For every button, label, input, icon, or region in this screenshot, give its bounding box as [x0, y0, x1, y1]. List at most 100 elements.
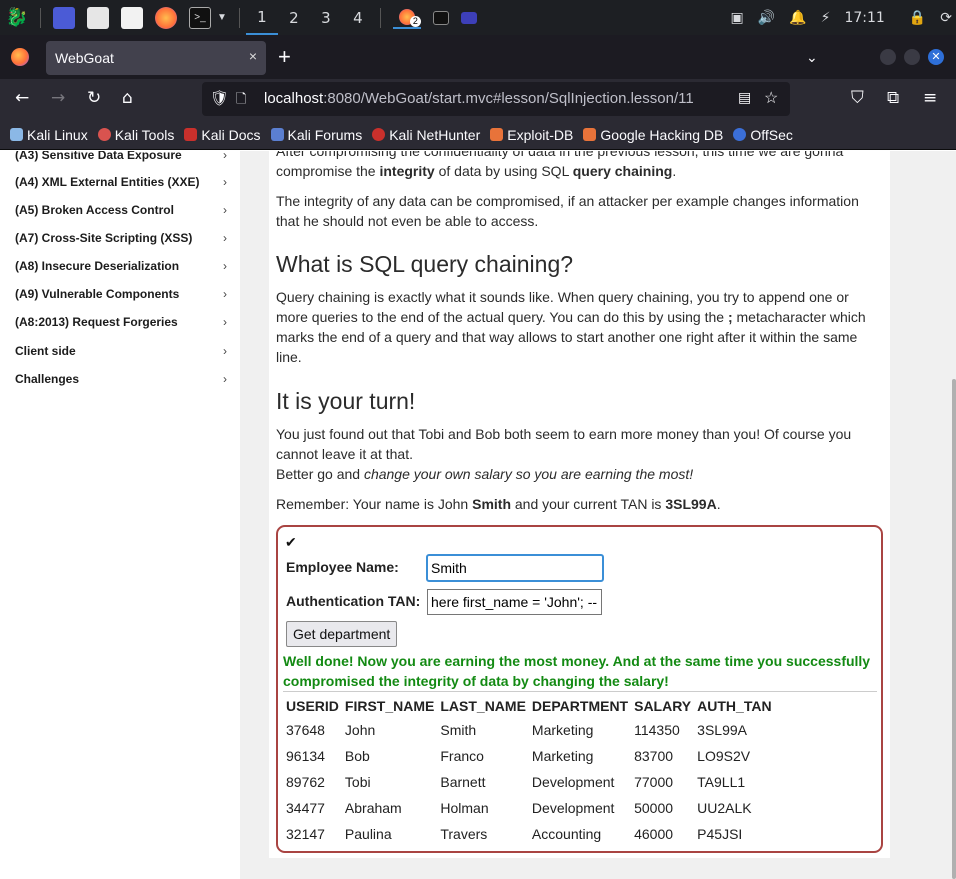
taskbar-separator [40, 7, 41, 28]
logout-icon[interactable]: ⟳ [940, 10, 952, 26]
volume-icon[interactable]: 🔊 [758, 10, 775, 26]
home-icon[interactable]: ⌂ [122, 88, 133, 108]
taskbar-separator [379, 7, 381, 28]
remember-bold-name: Smith [472, 496, 511, 512]
kali-dragon-icon [10, 128, 23, 141]
list-all-tabs-icon[interactable]: ⌄ [806, 49, 818, 66]
workspace-1[interactable]: 1 [245, 0, 278, 35]
chevron-right-icon: › [223, 151, 227, 162]
bookmark-google-hacking-db[interactable]: Google Hacking DB [583, 127, 723, 143]
lesson-sidebar: (A3) Sensitive Data Exposure › (A4) XML E… [0, 151, 240, 879]
sidebar-item-label: (A3) Sensitive Data Exposure [15, 151, 182, 162]
table-cell: 83700 [634, 748, 674, 764]
url-bar[interactable]: 🛡 🗋 localhost:8080/WebGoat/start.mvc#les… [202, 82, 790, 116]
chevron-right-icon: › [223, 259, 227, 273]
reader-view-icon[interactable]: ▤ [738, 89, 751, 106]
sidebar-item-challenges[interactable]: Challenges › [15, 372, 227, 386]
bookmark-star-icon[interactable]: ☆ [764, 88, 778, 108]
sidebar-item-a5[interactable]: (A5) Broken Access Control › [15, 203, 227, 217]
url-text[interactable]: localhost:8080/WebGoat/start.mvc#lesson/… [264, 90, 694, 107]
remember-paragraph: Remember: Your name is John Smith and yo… [276, 494, 876, 514]
terminal-launcher-icon[interactable]: >_ [189, 6, 211, 29]
workspace-3[interactable]: 3 [310, 0, 342, 35]
intro-text: compromise the [276, 163, 380, 179]
sidebar-item-a7[interactable]: (A7) Cross-Site Scripting (XSS) › [15, 231, 227, 245]
intro-paragraph: After compromising the confidentiality o… [276, 151, 876, 181]
clock[interactable]: 17:11 [844, 10, 884, 26]
power-manager-icon[interactable]: ⚡ [821, 10, 831, 26]
bookmark-kali-forums[interactable]: Kali Forums [270, 126, 363, 143]
file-manager-icon[interactable] [87, 6, 109, 29]
terminal-window-icon[interactable] [432, 10, 449, 25]
workspace-2[interactable]: 2 [278, 0, 310, 35]
get-department-button[interactable]: Get department [286, 621, 398, 647]
notification-bell-icon[interactable]: 🔔 [789, 10, 806, 26]
page-info-icon[interactable]: 🗋 [236, 90, 246, 112]
app-window-icon[interactable] [460, 11, 477, 24]
bookmark-exploit-db[interactable]: Exploit-DB [490, 127, 573, 143]
pocket-icon[interactable]: ⛉ [851, 88, 864, 108]
sidebar-item-a3[interactable]: (A3) Sensitive Data Exposure › [15, 151, 227, 162]
column-header: DEPARTMENT [531, 698, 629, 714]
bookmark-label: Kali Docs [201, 126, 261, 143]
firefox-window-icon[interactable]: 2 [392, 7, 421, 29]
sidebar-item-label: (A9) Vulnerable Components [15, 287, 180, 301]
employee-name-input[interactable] [426, 554, 604, 582]
kali-menu-icon[interactable]: 🐉 [6, 7, 28, 29]
sidebar-item-a8-2013[interactable]: (A8:2013) Request Forgeries › [15, 315, 227, 329]
table-row: 96134 Bob Franco Marketing 83700 LO9S2V [283, 743, 775, 769]
forward-icon[interactable]: → [51, 88, 65, 108]
new-tab-button[interactable]: + [278, 45, 291, 69]
table-header-row: USERID FIRST_NAME LAST_NAME DEPARTMENT S… [283, 695, 775, 717]
chevron-right-icon: › [223, 175, 227, 189]
lesson-content: After compromising the confidentiality o… [269, 151, 890, 858]
remember-text: and your current TAN is [511, 496, 666, 512]
auth-tan-input[interactable] [427, 589, 602, 615]
sidebar-item-a9[interactable]: (A9) Vulnerable Components › [15, 287, 227, 301]
firefox-view-icon[interactable] [11, 48, 29, 66]
table-cell: 3SL99A [697, 722, 747, 738]
lock-icon[interactable]: 🔒 [909, 10, 926, 26]
table-row: 89762 Tobi Barnett Development 77000 TA9LL1 [283, 769, 775, 795]
screen-icon[interactable]: ▣ [731, 10, 744, 26]
text-editor-icon[interactable] [121, 6, 143, 29]
table-row: 37648 John Smith Marketing 114350 3SL99A [283, 717, 775, 743]
workspace-4[interactable]: 4 [342, 0, 374, 35]
extensions-icon[interactable]: ⧉ [887, 88, 899, 108]
bookmark-offsec[interactable]: OffSec [733, 127, 793, 143]
firefox-launcher-icon[interactable] [155, 6, 177, 29]
maximize-button[interactable] [904, 49, 920, 65]
bookmark-kali-docs[interactable]: Kali Docs [184, 126, 261, 143]
sidebar-item-label: (A5) Broken Access Control [15, 203, 174, 217]
bookmark-label: Kali NetHunter [389, 126, 481, 143]
table-cell: 32147 [286, 826, 325, 842]
back-icon[interactable]: ← [15, 88, 29, 108]
bookmark-kali-nethunter[interactable]: Kali NetHunter [372, 127, 480, 143]
intro-text: . [672, 163, 677, 179]
show-desktop-icon[interactable] [53, 6, 75, 29]
sidebar-item-client-side[interactable]: Client side › [15, 344, 227, 358]
bookmark-label: Kali Forums [287, 126, 363, 143]
employee-name-label: Employee Name: [286, 559, 399, 575]
table-cell: 96134 [286, 748, 325, 764]
bookmark-kali-tools[interactable]: Kali Tools [97, 126, 175, 143]
exploit-db-icon [490, 128, 504, 141]
minimize-button[interactable] [880, 49, 896, 65]
tracking-shield-icon[interactable]: 🛡 [210, 89, 229, 107]
chevron-right-icon: › [223, 344, 227, 358]
reload-icon[interactable]: ↻ [87, 88, 101, 108]
bookmark-label: Kali Tools [114, 126, 175, 143]
sidebar-item-a8[interactable]: (A8) Insecure Deserialization › [15, 259, 227, 273]
url-host: localhost [264, 90, 324, 107]
tab-webgoat[interactable]: WebGoat × [46, 41, 266, 75]
launcher-dropdown-icon[interactable]: ▼ [217, 12, 227, 23]
sidebar-item-a4[interactable]: (A4) XML External Entities (XXE) › [15, 175, 227, 189]
intro-line-1: After compromising the confidentiality o… [276, 151, 844, 159]
chevron-right-icon: › [223, 203, 227, 217]
navigation-toolbar: ← → ↻ ⌂ 🛡 🗋 localhost:8080/WebGoat/start… [0, 79, 956, 120]
bookmark-kali-linux[interactable]: Kali Linux [10, 127, 88, 143]
page-scrollbar[interactable] [952, 379, 956, 879]
close-window-button[interactable]: ✕ [928, 49, 944, 65]
menu-icon[interactable]: ≡ [923, 88, 937, 108]
tab-close-icon[interactable]: × [249, 48, 257, 64]
